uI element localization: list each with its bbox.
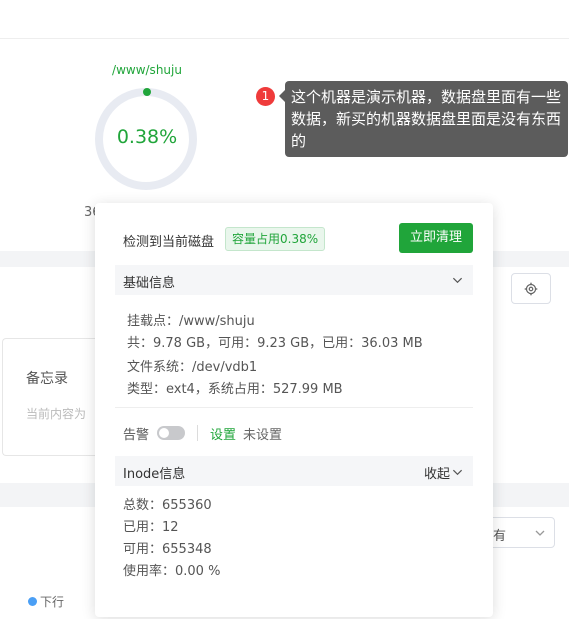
notice-badge: 1 bbox=[256, 87, 275, 106]
memo-text: 当前内容为 bbox=[26, 407, 87, 421]
inode-info-header: Inode信息 收起 bbox=[115, 456, 473, 486]
settings-button[interactable] bbox=[511, 273, 551, 304]
inode-total: 总数：655360 bbox=[123, 498, 212, 513]
inode-info-title: Inode信息 bbox=[123, 467, 186, 482]
chevron-down-icon bbox=[535, 530, 545, 536]
inode-usage-rate: 使用率：0.00 % bbox=[123, 564, 221, 579]
capacity-tag: 容量占用0.38% bbox=[225, 227, 326, 251]
alarm-status: 未设置 bbox=[243, 427, 283, 443]
alarm-row: 告警 设置 未设置 bbox=[123, 424, 283, 443]
filesystem: 文件系统：/dev/vdb1 bbox=[127, 360, 258, 375]
inode-collapse-toggle[interactable]: 收起 bbox=[424, 463, 463, 482]
disk-usage-ring-fill bbox=[143, 88, 151, 96]
separator bbox=[197, 425, 199, 441]
popover-heading: 检测到当前磁盘 bbox=[123, 235, 215, 250]
divider bbox=[115, 407, 473, 408]
alarm-toggle[interactable] bbox=[157, 426, 186, 440]
legend-download-label: 下行 bbox=[40, 595, 65, 609]
basic-info-title: 基础信息 bbox=[123, 276, 176, 291]
disk-usage-percent: 0.38% bbox=[116, 126, 178, 148]
legend-download[interactable]: 下行 bbox=[28, 593, 64, 610]
legend-download-dot bbox=[28, 597, 37, 606]
chevron-down-icon bbox=[452, 469, 463, 476]
alarm-label: 告警 bbox=[123, 427, 150, 443]
filter-select-value: 有 bbox=[493, 529, 507, 544]
mount-point: 挂载点：/www/shuju bbox=[127, 314, 255, 329]
gear-icon bbox=[524, 282, 538, 295]
chevron-down-icon bbox=[452, 277, 463, 284]
clean-now-button[interactable]: 立即清理 bbox=[399, 223, 473, 253]
inode-used: 已用：12 bbox=[123, 520, 179, 535]
header-divider bbox=[0, 38, 569, 39]
memo-title: 备忘录 bbox=[26, 371, 68, 387]
disk-usage-summary: 共：9.78 GB，可用：9.23 GB，已用：36.03 MB bbox=[127, 336, 423, 351]
inode-available: 可用：655348 bbox=[123, 542, 212, 557]
alarm-toggle-knob bbox=[159, 428, 170, 438]
basic-info-header[interactable]: 基础信息 bbox=[115, 265, 473, 295]
collapse-label: 收起 bbox=[423, 467, 450, 482]
filesystem-type: 类型：ext4，系统占用：527.99 MB bbox=[127, 382, 343, 397]
disk-mount-path[interactable]: /www/shuju bbox=[96, 63, 198, 77]
alarm-settings-link[interactable]: 设置 bbox=[210, 424, 236, 443]
disk-detail-popover: 检测到当前磁盘 容量占用0.38% 立即清理 基础信息 挂载点：/www/shu… bbox=[95, 203, 493, 617]
notice-tooltip: 这个机器是演示机器，数据盘里面有一些数据，新买的机器数据盘里面是没有东西的 bbox=[285, 81, 568, 157]
